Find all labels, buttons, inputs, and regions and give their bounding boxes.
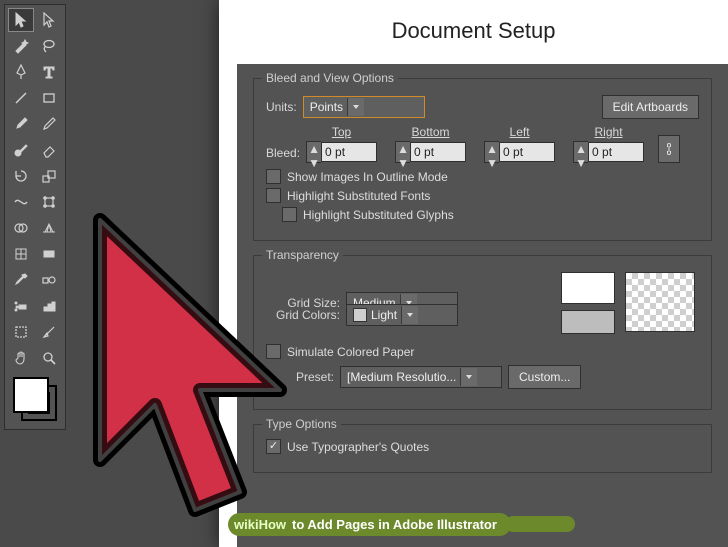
highlight-fonts-checkbox[interactable]: Highlight Substituted Fonts bbox=[266, 188, 699, 203]
eyedropper-tool[interactable] bbox=[8, 268, 34, 292]
transparency-title: Transparency bbox=[262, 248, 343, 262]
units-select[interactable]: Points bbox=[303, 96, 425, 118]
chevron-down-icon bbox=[401, 306, 418, 324]
gradient-tool[interactable] bbox=[36, 242, 62, 266]
mesh-tool[interactable] bbox=[8, 242, 34, 266]
type-options-group: Type Options Use Typographer's Quotes bbox=[253, 424, 712, 473]
bleed-left-input[interactable]: ▲▼ bbox=[484, 141, 555, 163]
transparency-group: Transparency Grid Size: Medium Grid Colo… bbox=[253, 255, 712, 410]
scale-tool[interactable] bbox=[36, 164, 62, 188]
transparency-preview bbox=[625, 272, 695, 332]
type-tool[interactable] bbox=[36, 60, 62, 84]
show-images-outline-checkbox[interactable]: Show Images In Outline Mode bbox=[266, 169, 699, 184]
fill-swatch[interactable] bbox=[13, 377, 49, 413]
wikihow-watermark: wikiHow to Add Pages in Adobe Illustrato… bbox=[228, 511, 720, 537]
rectangle-tool[interactable] bbox=[36, 86, 62, 110]
bleed-left-header: Left bbox=[510, 125, 530, 139]
units-label: Units: bbox=[266, 100, 297, 114]
grid-color-swatch[interactable] bbox=[561, 310, 615, 334]
grid-colors-select[interactable]: Light bbox=[346, 304, 458, 326]
bleed-right-input[interactable]: ▲▼ bbox=[573, 141, 644, 163]
fill-stroke-swatch[interactable] bbox=[11, 375, 59, 423]
column-graph-tool[interactable] bbox=[36, 294, 62, 318]
paper-color-swatch[interactable] bbox=[561, 272, 615, 304]
chevron-down-icon bbox=[460, 368, 477, 386]
hand-tool[interactable] bbox=[8, 346, 34, 370]
simulate-paper-checkbox[interactable]: Simulate Colored Paper bbox=[266, 344, 699, 359]
line-segment-tool[interactable] bbox=[8, 86, 34, 110]
bleed-bottom-header: Bottom bbox=[412, 125, 450, 139]
perspective-grid-tool[interactable] bbox=[36, 216, 62, 240]
dialog-title: Document Setup bbox=[219, 0, 728, 54]
eraser-tool[interactable] bbox=[36, 138, 62, 162]
symbol-sprayer-tool[interactable] bbox=[8, 294, 34, 318]
chevron-down-icon bbox=[347, 98, 364, 116]
width-tool[interactable] bbox=[8, 190, 34, 214]
rotate-tool[interactable] bbox=[8, 164, 34, 188]
typographers-quotes-checkbox[interactable]: Use Typographer's Quotes bbox=[266, 439, 699, 454]
bleed-view-title: Bleed and View Options bbox=[262, 71, 398, 85]
preset-label: Preset: bbox=[296, 370, 334, 384]
zoom-tool[interactable] bbox=[36, 346, 62, 370]
grid-colors-label: Grid Colors: bbox=[266, 308, 340, 322]
pen-tool[interactable] bbox=[8, 60, 34, 84]
units-value: Points bbox=[310, 100, 343, 114]
slice-tool[interactable] bbox=[36, 320, 62, 344]
preset-select[interactable]: [Medium Resolutio... bbox=[340, 366, 502, 388]
shape-builder-tool[interactable] bbox=[8, 216, 34, 240]
custom-button[interactable]: Custom... bbox=[508, 365, 581, 389]
blob-brush-tool[interactable] bbox=[8, 138, 34, 162]
pencil-tool[interactable] bbox=[36, 112, 62, 136]
free-transform-tool[interactable] bbox=[36, 190, 62, 214]
bleed-top-input[interactable]: ▲▼ bbox=[306, 141, 377, 163]
selection-tool[interactable] bbox=[8, 8, 34, 32]
document-setup-dialog: Document Setup Bleed and View Options Un… bbox=[219, 0, 728, 547]
highlight-glyphs-checkbox[interactable]: Highlight Substituted Glyphs bbox=[282, 207, 699, 222]
grid-color-chip bbox=[353, 308, 367, 322]
direct-selection-tool[interactable] bbox=[36, 8, 62, 32]
artboard-tool[interactable] bbox=[8, 320, 34, 344]
wikihow-logo: wikiHow bbox=[234, 517, 286, 532]
bleed-bottom-input[interactable]: ▲▼ bbox=[395, 141, 466, 163]
edit-artboards-button[interactable]: Edit Artboards bbox=[602, 95, 699, 119]
bleed-view-group: Bleed and View Options Units: Points Edi… bbox=[253, 78, 712, 241]
lasso-tool[interactable] bbox=[36, 34, 62, 58]
bleed-top-header: Top bbox=[332, 125, 351, 139]
bleed-label: Bleed: bbox=[266, 146, 300, 160]
paintbrush-tool[interactable] bbox=[8, 112, 34, 136]
link-bleed-icon[interactable] bbox=[658, 135, 680, 163]
tools-panel bbox=[4, 4, 66, 430]
blend-tool[interactable] bbox=[36, 268, 62, 292]
wikihow-title: to Add Pages in Adobe Illustrator bbox=[292, 517, 497, 532]
magic-wand-tool[interactable] bbox=[8, 34, 34, 58]
bleed-right-header: Right bbox=[595, 125, 623, 139]
type-options-title: Type Options bbox=[262, 417, 341, 431]
